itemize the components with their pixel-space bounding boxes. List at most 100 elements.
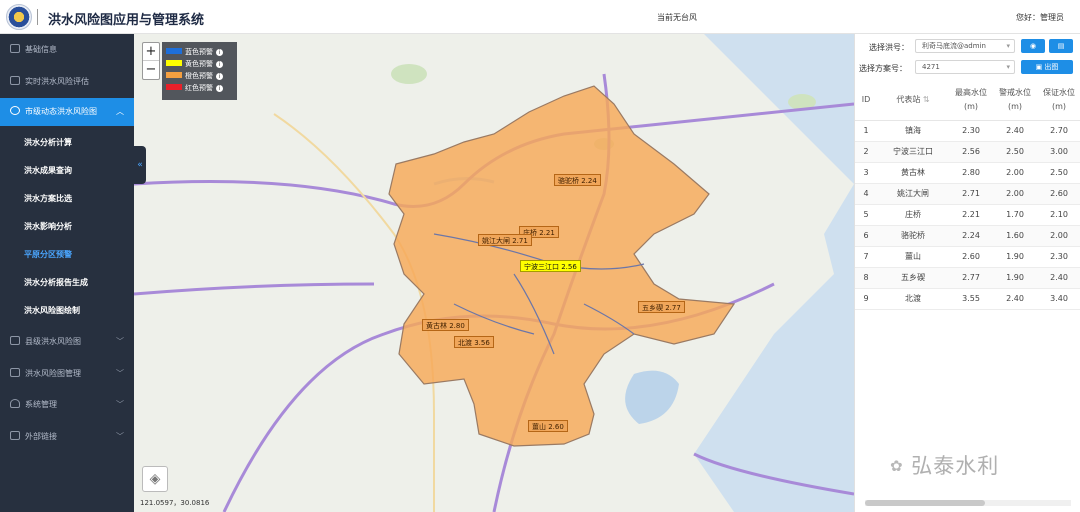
highway: [134, 282, 375, 296]
link-icon: [10, 431, 20, 440]
table-row[interactable]: 9 北渡 3.55 2.40 3.40: [855, 288, 1080, 310]
sidebar-item-label: 洪水风险图管理: [25, 369, 81, 378]
typhoon-status: 当前无台风: [657, 13, 697, 22]
legend-swatch: [166, 84, 182, 90]
table-row[interactable]: 4 姚江大闸 2.71 2.00 2.60: [855, 183, 1080, 205]
sidebar-item-label: 实时洪水风险评估: [25, 77, 89, 86]
table-row[interactable]: 6 骆驼桥 2.24 1.60 2.00: [855, 225, 1080, 247]
sub-item-map-drawing[interactable]: 洪水风险图绘制: [0, 297, 134, 325]
sub-item-flood-calc[interactable]: 洪水分析计算: [0, 129, 134, 157]
chevron-up-icon: ︿: [116, 107, 124, 116]
legend-swatch: [166, 60, 182, 66]
legend-item-red: 红色预警 i: [166, 82, 233, 94]
station-label-wuxiangqi[interactable]: 五乡碶 2.77: [638, 301, 685, 313]
column-header-max-level: 最高水位 (m): [949, 80, 993, 121]
header-divider: [37, 9, 38, 25]
horizontal-scrollbar[interactable]: [865, 500, 1071, 506]
scrollbar-thumb[interactable]: [865, 500, 985, 506]
info-icon[interactable]: i: [216, 49, 223, 56]
chevron-down-icon: ﹀: [116, 400, 124, 409]
sidebar: 基础信息 实时洪水风险评估 市级动态洪水风险图 ︿ 洪水分析计算 洪水成果查询 洪…: [0, 34, 134, 512]
sort-icon[interactable]: ⇅: [923, 95, 930, 104]
table-row[interactable]: 2 宁波三江口 2.56 2.50 3.00: [855, 141, 1080, 163]
document-button[interactable]: ▤: [1049, 39, 1073, 53]
sidebar-item-realtime-risk[interactable]: 实时洪水风险评估: [0, 68, 134, 96]
watermark: ✿ 弘泰水利: [890, 450, 999, 480]
sub-item-plain-warning[interactable]: 平原分区预警: [0, 241, 134, 269]
table-row[interactable]: 1 镇海 2.30 2.40 2.70: [855, 120, 1080, 142]
info-icon[interactable]: i: [216, 61, 223, 68]
scheme-number-select[interactable]: 4271 ▾: [915, 60, 1015, 74]
sidebar-item-county-map[interactable]: 县级洪水风险图 ﹀: [0, 328, 134, 356]
green-area: [391, 64, 427, 84]
info-icon[interactable]: i: [216, 73, 223, 80]
map-canvas: [134, 34, 854, 512]
legend-swatch: [166, 48, 182, 54]
sub-item-flood-query[interactable]: 洪水成果查询: [0, 157, 134, 185]
sidebar-item-map-management[interactable]: 洪水风险图管理 ﹀: [0, 360, 134, 388]
folder-icon: [10, 368, 20, 377]
column-header-warning-level: 警戒水位 (m): [993, 80, 1037, 121]
station-panel: 选择洪号： 利奇马底流@admin ▾ ◉ ▤ 选择方案号： 4271 ▾ ▣ 出图…: [854, 34, 1080, 512]
layers-icon[interactable]: ◈: [142, 466, 168, 492]
station-label-ningbo-sanjiangkou[interactable]: 宁波三江口 2.56: [520, 260, 581, 272]
table-row[interactable]: 8 五乡碶 2.77 1.90 2.40: [855, 267, 1080, 289]
user-greeting[interactable]: 您好：管理员: [1016, 12, 1064, 23]
sidebar-item-basic-info[interactable]: 基础信息: [0, 36, 134, 64]
double-chevron-left-icon[interactable]: «: [134, 146, 146, 184]
legend-item-orange: 橙色预警 i: [166, 70, 233, 82]
table-header-row: ID 代表站 ⇅ 最高水位 (m) 警戒水位 (m) 保证水位 (m): [855, 80, 1080, 121]
table-row[interactable]: 5 庄桥 2.21 1.70 2.10: [855, 204, 1080, 226]
scheme-number-label: 选择方案号：: [859, 64, 907, 73]
monitor-icon: [10, 76, 20, 85]
sidebar-item-system-management[interactable]: 系统管理 ﹀: [0, 391, 134, 419]
zoom-in-button[interactable]: +: [143, 43, 159, 61]
info-icon[interactable]: i: [216, 85, 223, 92]
image-icon: ▣: [1035, 63, 1043, 71]
document-icon: ▤: [1057, 42, 1065, 50]
station-label-luotuoqiao[interactable]: 骆驼桥 2.24: [554, 174, 601, 186]
table-row[interactable]: 7 薑山 2.60 1.90 2.30: [855, 246, 1080, 268]
sidebar-item-label: 市级动态洪水风险图: [25, 107, 97, 116]
sidebar-item-city-dynamic-map[interactable]: 市级动态洪水风险图 ︿: [0, 98, 134, 126]
column-header-station[interactable]: 代表站 ⇅: [877, 80, 949, 121]
legend-item-blue: 蓝色预警 i: [166, 46, 233, 58]
map-view[interactable]: + − 蓝色预警 i 黄色预警 i 橙色预警 i 红色预警 i 骆驼桥 2.24 庄桥 …: [134, 34, 854, 512]
sub-item-impact-analysis[interactable]: 洪水影响分析: [0, 213, 134, 241]
sidebar-item-label: 外部链接: [25, 432, 57, 441]
column-header-id: ID: [855, 80, 877, 121]
eye-icon: ◉: [1029, 42, 1037, 50]
watermark-text: 弘泰水利: [911, 454, 1000, 478]
station-label-yaojiang-sluice[interactable]: 姚江大闸 2.71: [478, 234, 532, 246]
station-label-huangulin[interactable]: 黄古林 2.80: [422, 319, 469, 331]
legend-item-yellow: 黄色预警 i: [166, 58, 233, 70]
chevron-down-icon: ▾: [1006, 42, 1010, 50]
sub-item-scheme-compare[interactable]: 洪水方案比选: [0, 185, 134, 213]
flood-number-select[interactable]: 利奇马底流@admin ▾: [915, 39, 1015, 53]
wechat-icon: ✿: [890, 457, 904, 475]
sidebar-item-external-links[interactable]: 外部链接 ﹀: [0, 423, 134, 451]
chevron-down-icon: ﹀: [116, 432, 124, 441]
station-label-jiangshan[interactable]: 薑山 2.60: [528, 420, 568, 432]
legend-swatch: [166, 72, 182, 78]
sidebar-item-label: 基础信息: [25, 45, 57, 54]
flood-number-label: 选择洪号：: [869, 43, 909, 52]
cursor-coordinates: 121.0597，30.0816: [140, 499, 210, 507]
chevron-down-icon: ▾: [1006, 63, 1010, 71]
table-row[interactable]: 3 黄古林 2.80 2.00 2.50: [855, 162, 1080, 184]
view-button[interactable]: ◉: [1021, 39, 1045, 53]
lake-dongqian: [625, 370, 679, 424]
app-title: 洪水风险图应用与管理系统: [48, 13, 205, 28]
sub-item-report-gen[interactable]: 洪水分析报告生成: [0, 269, 134, 297]
export-map-button[interactable]: ▣ 出图: [1021, 60, 1073, 74]
scheme-number-value: 4271: [922, 63, 940, 71]
column-header-guarantee-level: 保证水位 (m): [1037, 80, 1080, 121]
zoom-out-button[interactable]: −: [143, 61, 159, 79]
globe-icon: [10, 106, 20, 115]
legend-label: 橙色预警: [185, 72, 213, 80]
sidebar-item-label: 县级洪水风险图: [25, 337, 81, 346]
user-icon: [10, 399, 20, 408]
logo: [6, 4, 32, 30]
legend-label: 黄色预警: [185, 60, 213, 68]
station-label-beidu[interactable]: 北渡 3.56: [454, 336, 494, 348]
